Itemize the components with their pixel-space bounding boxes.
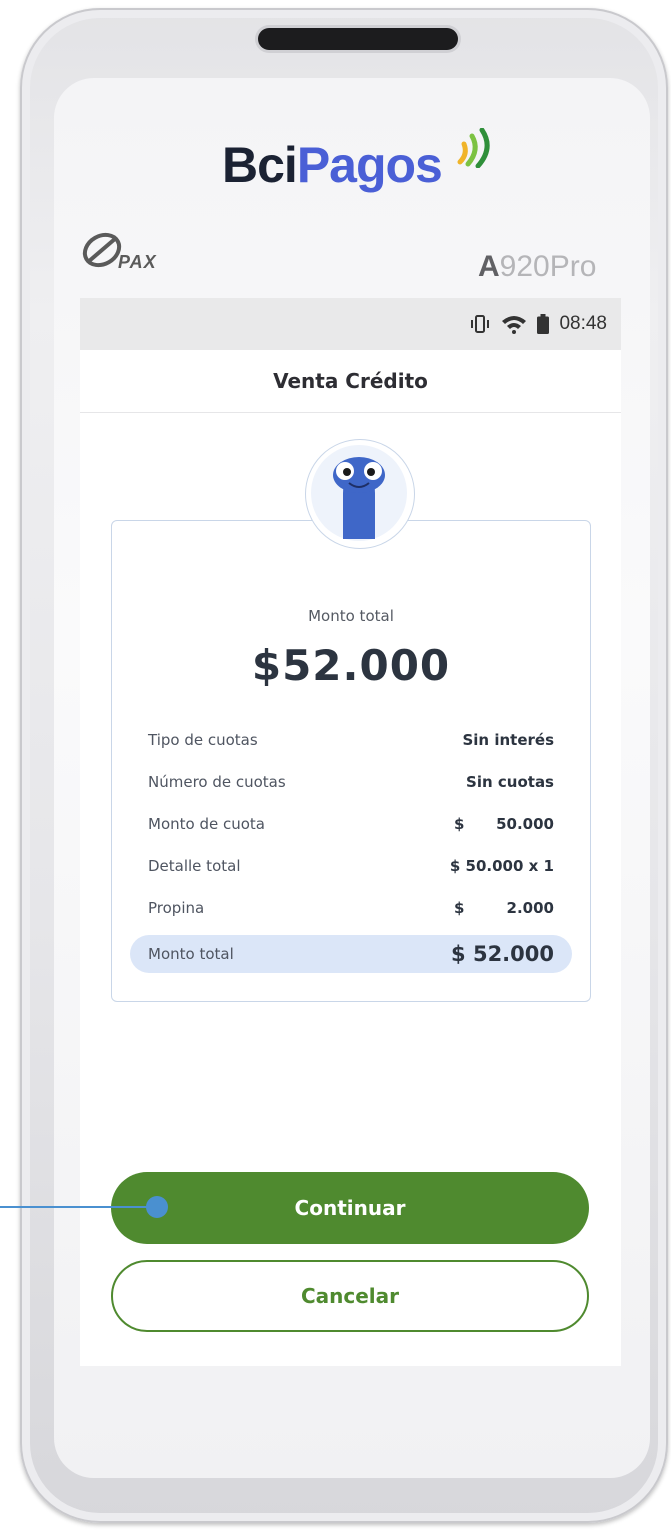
row-value: Sin interés xyxy=(462,731,554,749)
row-value: 50.000 xyxy=(496,815,554,833)
status-time: 08:48 xyxy=(559,313,607,334)
row-numero-cuotas: Número de cuotas Sin cuotas xyxy=(148,761,554,803)
row-currency: $ xyxy=(454,899,465,917)
bcipagos-logo: BciPagos xyxy=(222,137,443,193)
row-tipo-cuotas: Tipo de cuotas Sin interés xyxy=(148,719,554,761)
callout-pointer-line xyxy=(0,1206,158,1208)
row-detalle-total: Detalle total $ 50.000 x 1 xyxy=(148,845,554,887)
row-label: Propina xyxy=(148,899,205,917)
contactless-waves-icon xyxy=(457,128,490,168)
battery-icon xyxy=(537,314,550,334)
row-currency: $ xyxy=(454,815,465,833)
row-propina: Propina $2.000 xyxy=(148,887,554,929)
row-value: $ 52.000 xyxy=(451,942,554,966)
row-label: Tipo de cuotas xyxy=(148,731,258,749)
row-monto-total-highlight: Monto total $ 52.000 xyxy=(130,935,572,973)
page-title: Venta Crédito xyxy=(273,369,428,393)
device-speaker xyxy=(258,28,458,50)
row-value: $ 50.000 x 1 xyxy=(449,857,554,875)
total-label: Monto total xyxy=(308,607,394,625)
row-label: Detalle total xyxy=(148,857,241,875)
wifi-icon xyxy=(502,316,527,334)
row-label: Número de cuotas xyxy=(148,773,286,791)
callout-pointer-dot xyxy=(146,1196,168,1218)
row-label: Monto total xyxy=(148,945,234,963)
mascot-avatar-icon xyxy=(311,445,407,541)
device-model: A920Pro xyxy=(478,250,597,283)
summary-rows: Tipo de cuotas Sin interés Número de cuo… xyxy=(130,719,572,973)
cancel-button[interactable]: Cancelar xyxy=(111,1260,589,1332)
row-value: 2.000 xyxy=(506,899,554,917)
summary-card: Monto total $52.000 Tipo de cuotas Sin i… xyxy=(111,439,591,1002)
row-label: Monto de cuota xyxy=(148,815,265,833)
pax-brand-text: PAX xyxy=(118,252,157,272)
title-bar: Venta Crédito xyxy=(80,350,621,413)
total-amount: $52.000 xyxy=(251,641,451,690)
row-monto-cuota: Monto de cuota $50.000 xyxy=(148,803,554,845)
vibrate-icon xyxy=(471,315,490,333)
status-bar: 08:48 xyxy=(80,298,621,350)
continue-button[interactable]: Continuar xyxy=(111,1172,589,1244)
row-value: Sin cuotas xyxy=(466,773,554,791)
